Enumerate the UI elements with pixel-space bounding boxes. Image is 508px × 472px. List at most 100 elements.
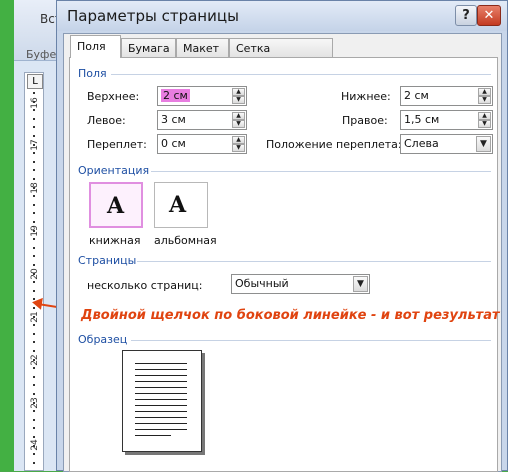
spin-down-icon[interactable]: ▼ [232, 96, 245, 104]
tab-paper[interactable]: Бумага [121, 38, 176, 57]
callout-arrow-head-icon [31, 296, 43, 310]
gutter-label: Переплет: [87, 138, 147, 151]
chevron-down-icon[interactable]: ▼ [476, 136, 491, 152]
ruler-number: 18 [30, 182, 40, 194]
ruler-tick [33, 445, 35, 447]
spin-up-icon[interactable]: ▲ [232, 112, 245, 120]
ruler-number: 16 [30, 97, 40, 109]
close-button[interactable]: ✕ [477, 5, 501, 26]
gutter-position-select[interactable]: Слева ▼ [400, 134, 493, 154]
ruler-number: 21 [30, 311, 40, 323]
landscape-page-icon: A [169, 192, 187, 218]
preview-text-line [135, 411, 187, 412]
multiple-pages-label: несколько страниц: [87, 279, 203, 292]
gutter-spinner[interactable]: 0 см ▲ ▼ [157, 134, 247, 154]
bottom-margin-spinner[interactable]: 2 см ▲ ▼ [400, 86, 493, 106]
desktop-green-strip [0, 0, 14, 471]
landscape-orientation-button[interactable]: A [154, 182, 208, 228]
gutter-value[interactable]: 0 см [161, 137, 186, 150]
bottom-margin-value[interactable]: 2 см [404, 89, 429, 102]
left-margin-value[interactable]: 3 см [161, 113, 186, 126]
preview-text-line [135, 399, 187, 400]
multiple-pages-value[interactable]: Обычный [235, 277, 289, 290]
spin-up-icon[interactable]: ▲ [232, 88, 245, 96]
ruler-tick [33, 281, 35, 283]
ruler-tick [33, 212, 35, 214]
ruler-tick [33, 204, 35, 206]
ruler-tick [33, 333, 35, 335]
ruler-tick [33, 238, 35, 240]
spin-down-icon[interactable]: ▼ [232, 120, 245, 128]
spin-down-icon[interactable]: ▼ [232, 144, 245, 152]
ruler-tick [33, 255, 35, 257]
tab-selector-button[interactable]: L [27, 74, 43, 89]
preview-section-title: Образец [78, 333, 128, 346]
ruler-tick [33, 247, 35, 249]
ruler-tick [33, 144, 35, 146]
help-button[interactable]: ? [455, 5, 477, 26]
spin-up-icon[interactable]: ▲ [478, 112, 491, 120]
preview-text-line [135, 405, 187, 406]
ruler-tick [33, 135, 35, 137]
tab-layout[interactable]: Макет [176, 38, 229, 57]
ruler-number: 17 [30, 139, 40, 151]
gutter-position-value[interactable]: Слева [404, 137, 439, 150]
section-divider [137, 261, 491, 262]
ruler-tick [33, 230, 35, 232]
landscape-label[interactable]: альбомная [154, 234, 217, 247]
dialog-title: Параметры страницы [67, 7, 239, 25]
ruler-number: 20 [30, 268, 40, 280]
tab-margins[interactable]: Поля [70, 35, 121, 58]
ruler-tick [33, 161, 35, 163]
ruler-tick [33, 419, 35, 421]
portrait-label[interactable]: книжная [89, 234, 140, 247]
top-margin-value[interactable]: 2 см [161, 89, 190, 102]
preview-text-line [135, 393, 187, 394]
ruler-tick [33, 427, 35, 429]
preview-text-line [135, 369, 187, 370]
preview-text-line [135, 375, 187, 376]
preview-text-line [135, 387, 187, 388]
ruler-tick [33, 410, 35, 412]
spin-down-icon[interactable]: ▼ [478, 120, 491, 128]
preview-text-line [135, 429, 187, 430]
gutter-position-label: Положение переплета: [266, 138, 402, 151]
spin-up-icon[interactable]: ▲ [478, 88, 491, 96]
ruler-tick [33, 324, 35, 326]
ruler-tick [33, 264, 35, 266]
dialog-titlebar[interactable]: Параметры страницы ? ✕ [57, 1, 507, 31]
portrait-page-icon: A [107, 193, 125, 219]
section-divider [111, 74, 491, 75]
section-divider [151, 171, 491, 172]
top-margin-label: Верхнее: [87, 90, 140, 103]
ruler-number: 22 [30, 354, 40, 366]
right-margin-label: Правое: [342, 114, 388, 127]
right-margin-spinner[interactable]: 1,5 см ▲ ▼ [400, 110, 493, 130]
orientation-section-title: Ориентация [78, 164, 150, 177]
left-margin-label: Левое: [87, 114, 126, 127]
ruler-tick [33, 462, 35, 464]
ruler-tick [33, 273, 35, 275]
right-margin-value[interactable]: 1,5 см [404, 113, 439, 126]
ruler-tick [33, 359, 35, 361]
ruler-tick [33, 152, 35, 154]
ruler-tick [33, 187, 35, 189]
page-preview-thumbnail [122, 350, 202, 452]
bottom-margin-label: Нижнее: [341, 90, 391, 103]
chevron-down-icon[interactable]: ▼ [353, 276, 368, 292]
left-margin-spinner[interactable]: 3 см ▲ ▼ [157, 110, 247, 130]
spin-up-icon[interactable]: ▲ [232, 136, 245, 144]
top-margin-spinner[interactable]: 2 см ▲ ▼ [157, 86, 247, 106]
ruler-tick [33, 169, 35, 171]
spin-down-icon[interactable]: ▼ [478, 96, 491, 104]
multiple-pages-select[interactable]: Обычный ▼ [231, 274, 370, 294]
ruler-tick [33, 290, 35, 292]
preview-text-line [135, 363, 187, 364]
ruler-tick [33, 221, 35, 223]
margins-section-title: Поля [78, 67, 107, 80]
ruler-tick [33, 436, 35, 438]
tab-document-grid[interactable]: Сетка документа [229, 38, 333, 74]
preview-text-line [135, 423, 187, 424]
annotation-callout-text: Двойной щелчок по боковой линейке - и во… [81, 308, 500, 323]
portrait-orientation-button[interactable]: A [89, 182, 143, 228]
